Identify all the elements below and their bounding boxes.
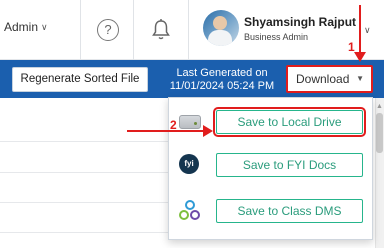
annotation-arrow-1 xyxy=(359,5,361,55)
save-to-class-dms-button[interactable]: Save to Class DMS xyxy=(216,199,363,223)
admin-menu-label: Admin xyxy=(4,20,39,34)
row-divider xyxy=(0,172,170,173)
download-label: Download xyxy=(296,72,350,86)
row-divider xyxy=(0,202,170,203)
row-divider xyxy=(0,232,170,233)
chevron-down-icon: ∨ xyxy=(41,21,48,32)
avatar xyxy=(203,10,239,46)
header-divider xyxy=(133,0,134,60)
profile-text: Shyamsingh Rajput Business Admin xyxy=(244,15,356,42)
regenerate-sorted-file-button[interactable]: Regenerate Sorted File xyxy=(12,67,148,92)
action-toolbar: Regenerate Sorted File Last Generated on… xyxy=(0,60,384,98)
header-divider xyxy=(188,0,189,60)
download-button[interactable]: Download ▼ xyxy=(286,65,373,93)
caret-down-icon: ▼ xyxy=(356,74,364,83)
user-role: Business Admin xyxy=(244,31,309,42)
annotation-step-1: 1 xyxy=(348,40,355,54)
scrollbar-thumb[interactable] xyxy=(376,113,383,153)
last-generated-info: Last Generated on 11/01/2024 05:24 PM xyxy=(160,67,284,93)
chevron-down-icon[interactable]: ∨ xyxy=(364,25,371,36)
fyi-icon: fyi xyxy=(179,154,201,176)
help-icon[interactable]: ? xyxy=(97,19,119,41)
row-divider xyxy=(0,141,170,142)
arrow-head-icon xyxy=(203,125,213,137)
admin-menu[interactable]: Admin ∨ xyxy=(4,20,48,34)
bell-icon[interactable] xyxy=(151,18,171,42)
scroll-up-icon[interactable]: ▲ xyxy=(376,103,383,110)
arrow-head-icon xyxy=(354,52,366,62)
last-generated-label: Last Generated on xyxy=(176,67,268,79)
menu-item-save-local[interactable]: Save to Local Drive xyxy=(169,102,374,142)
last-generated-timestamp: 11/01/2024 05:24 PM xyxy=(169,80,275,92)
annotation-arrow-2 xyxy=(127,130,205,132)
download-menu: Save to Local Drive fyi Save to FYI Docs… xyxy=(168,97,373,240)
menu-item-save-fyi[interactable]: fyi Save to FYI Docs xyxy=(169,145,374,185)
annotation-step-2: 2 xyxy=(170,118,177,132)
menu-item-save-dms[interactable]: Save to Class DMS xyxy=(169,191,374,231)
header-divider xyxy=(80,0,81,60)
save-to-fyi-docs-button[interactable]: Save to FYI Docs xyxy=(216,153,363,177)
fyi-icon-text: fyi xyxy=(179,154,199,174)
save-to-local-drive-button[interactable]: Save to Local Drive xyxy=(213,107,366,137)
class-dms-icon xyxy=(179,200,201,222)
user-profile[interactable]: Shyamsingh Rajput Business Admin xyxy=(203,10,356,46)
user-name: Shyamsingh Rajput xyxy=(244,14,357,29)
top-header: Admin ∨ ? Shyamsingh Rajput Business Adm… xyxy=(0,0,384,60)
